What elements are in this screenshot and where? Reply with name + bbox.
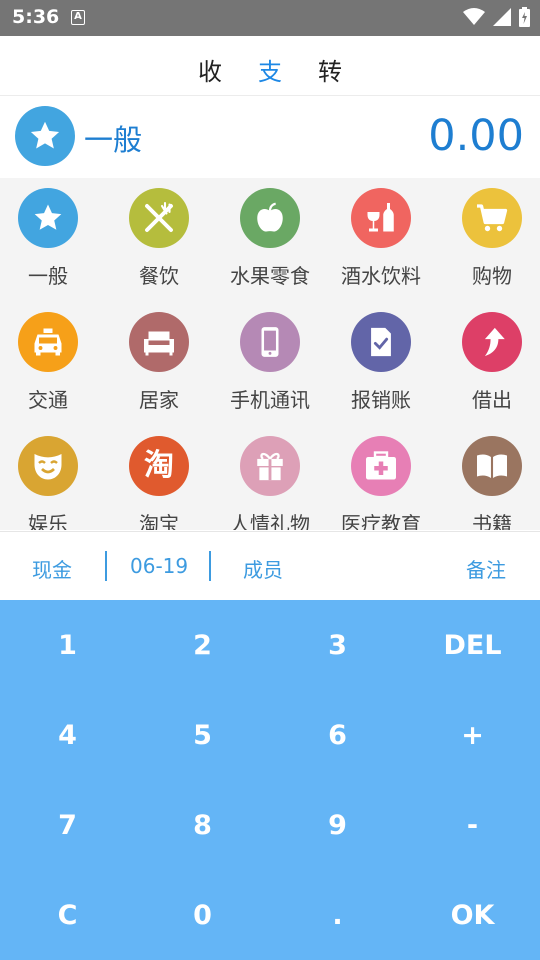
key-0[interactable]: 0 (135, 870, 270, 960)
category-label: 人情礼物 (230, 512, 310, 530)
category-dining[interactable]: 餐饮 (104, 178, 214, 298)
category-label: 报销账 (351, 388, 411, 412)
category-label: 水果零食 (230, 264, 310, 288)
divider (209, 551, 211, 581)
selected-category-icon (15, 106, 75, 166)
phone-icon (240, 312, 300, 372)
category-phone[interactable]: 手机通讯 (215, 302, 325, 422)
shopping-cart-icon (462, 188, 522, 248)
key-9[interactable]: 9 (270, 780, 405, 870)
category-label: 淘宝 (139, 512, 179, 530)
key-8[interactable]: 8 (135, 780, 270, 870)
category-medical-education[interactable]: 医疗教育 (326, 426, 436, 530)
category-transport[interactable]: 交通 (0, 302, 103, 422)
type-tabs: 收 支 转 (0, 36, 540, 96)
category-taobao[interactable]: 淘 淘宝 (104, 426, 214, 530)
category-fruit-snacks[interactable]: 水果零食 (215, 178, 325, 298)
key-6[interactable]: 6 (270, 690, 405, 780)
sofa-icon (129, 312, 189, 372)
selected-category-name: 一般 (84, 123, 143, 157)
category-label: 购物 (472, 264, 512, 288)
category-label: 书籍 (472, 512, 512, 530)
signal-icon (493, 8, 511, 26)
category-drinks[interactable]: 酒水饮料 (326, 178, 436, 298)
apple-icon (240, 188, 300, 248)
category-reimbursement[interactable]: 报销账 (326, 302, 436, 422)
arrow-up-icon (462, 312, 522, 372)
category-shopping[interactable]: 购物 (437, 178, 540, 298)
category-entertainment[interactable]: 娱乐 (0, 426, 103, 530)
notification-icon: A (71, 10, 85, 25)
category-label: 一般 (28, 264, 68, 288)
category-home[interactable]: 居家 (104, 302, 214, 422)
info-bar: 现金 06-19 成员 备注 (0, 531, 540, 600)
star-icon (18, 188, 78, 248)
key-7[interactable]: 7 (0, 780, 135, 870)
category-label: 餐饮 (139, 264, 179, 288)
status-icons (463, 7, 530, 27)
date-selector[interactable]: 06-19 (130, 554, 188, 578)
category-label: 借出 (472, 388, 512, 412)
taobao-icon: 淘 (129, 436, 189, 496)
amount-display: 0.00 (428, 111, 524, 161)
key-5[interactable]: 5 (135, 690, 270, 780)
selected-category-bar: 一般 0.00 (0, 97, 540, 177)
key-2[interactable]: 2 (135, 600, 270, 690)
book-icon (462, 436, 522, 496)
key-3[interactable]: 3 (270, 600, 405, 690)
fork-knife-icon (129, 188, 189, 248)
category-label: 居家 (139, 388, 179, 412)
star-icon (30, 121, 60, 149)
mask-icon (18, 436, 78, 496)
checked-document-icon (351, 312, 411, 372)
medical-kit-icon (351, 436, 411, 496)
tab-transfer[interactable]: 转 (318, 52, 342, 87)
category-lend[interactable]: 借出 (437, 302, 540, 422)
key-ok[interactable]: OK (405, 870, 540, 960)
taxi-icon (18, 312, 78, 372)
tab-expense[interactable]: 支 (258, 52, 282, 87)
keypad: 1 2 3 DEL 4 5 6 + 7 8 9 - C 0 . OK (0, 600, 540, 960)
category-label: 娱乐 (28, 512, 68, 530)
category-label: 医疗教育 (341, 512, 421, 530)
drink-bottle-icon (351, 188, 411, 248)
taobao-glyph: 淘 (144, 448, 174, 483)
category-books[interactable]: 书籍 (437, 426, 540, 530)
category-general[interactable]: 一般 (0, 178, 103, 298)
key-1[interactable]: 1 (0, 600, 135, 690)
category-label: 手机通讯 (230, 388, 310, 412)
category-label: 酒水饮料 (341, 264, 421, 288)
key-plus[interactable]: + (405, 690, 540, 780)
status-time: 5:36 (12, 6, 60, 28)
category-gifts[interactable]: 人情礼物 (215, 426, 325, 530)
status-bar: 5:36 A (0, 0, 540, 36)
gift-icon (240, 436, 300, 496)
tab-income[interactable]: 收 (198, 52, 222, 87)
member-selector[interactable]: 成员 (243, 554, 283, 583)
category-grid: 一般 餐饮 水果零食 酒水饮料 购物 交通 居家 手机通讯 报销账 借出 娱乐 … (0, 178, 540, 530)
key-delete[interactable]: DEL (405, 600, 540, 690)
key-4[interactable]: 4 (0, 690, 135, 780)
key-decimal[interactable]: . (270, 870, 405, 960)
account-selector[interactable]: 现金 (32, 554, 72, 583)
battery-icon (519, 7, 530, 27)
key-minus[interactable]: - (405, 780, 540, 870)
key-clear[interactable]: C (0, 870, 135, 960)
wifi-icon (463, 8, 485, 25)
divider (105, 551, 107, 581)
category-label: 交通 (28, 388, 68, 412)
note-button[interactable]: 备注 (466, 554, 506, 583)
